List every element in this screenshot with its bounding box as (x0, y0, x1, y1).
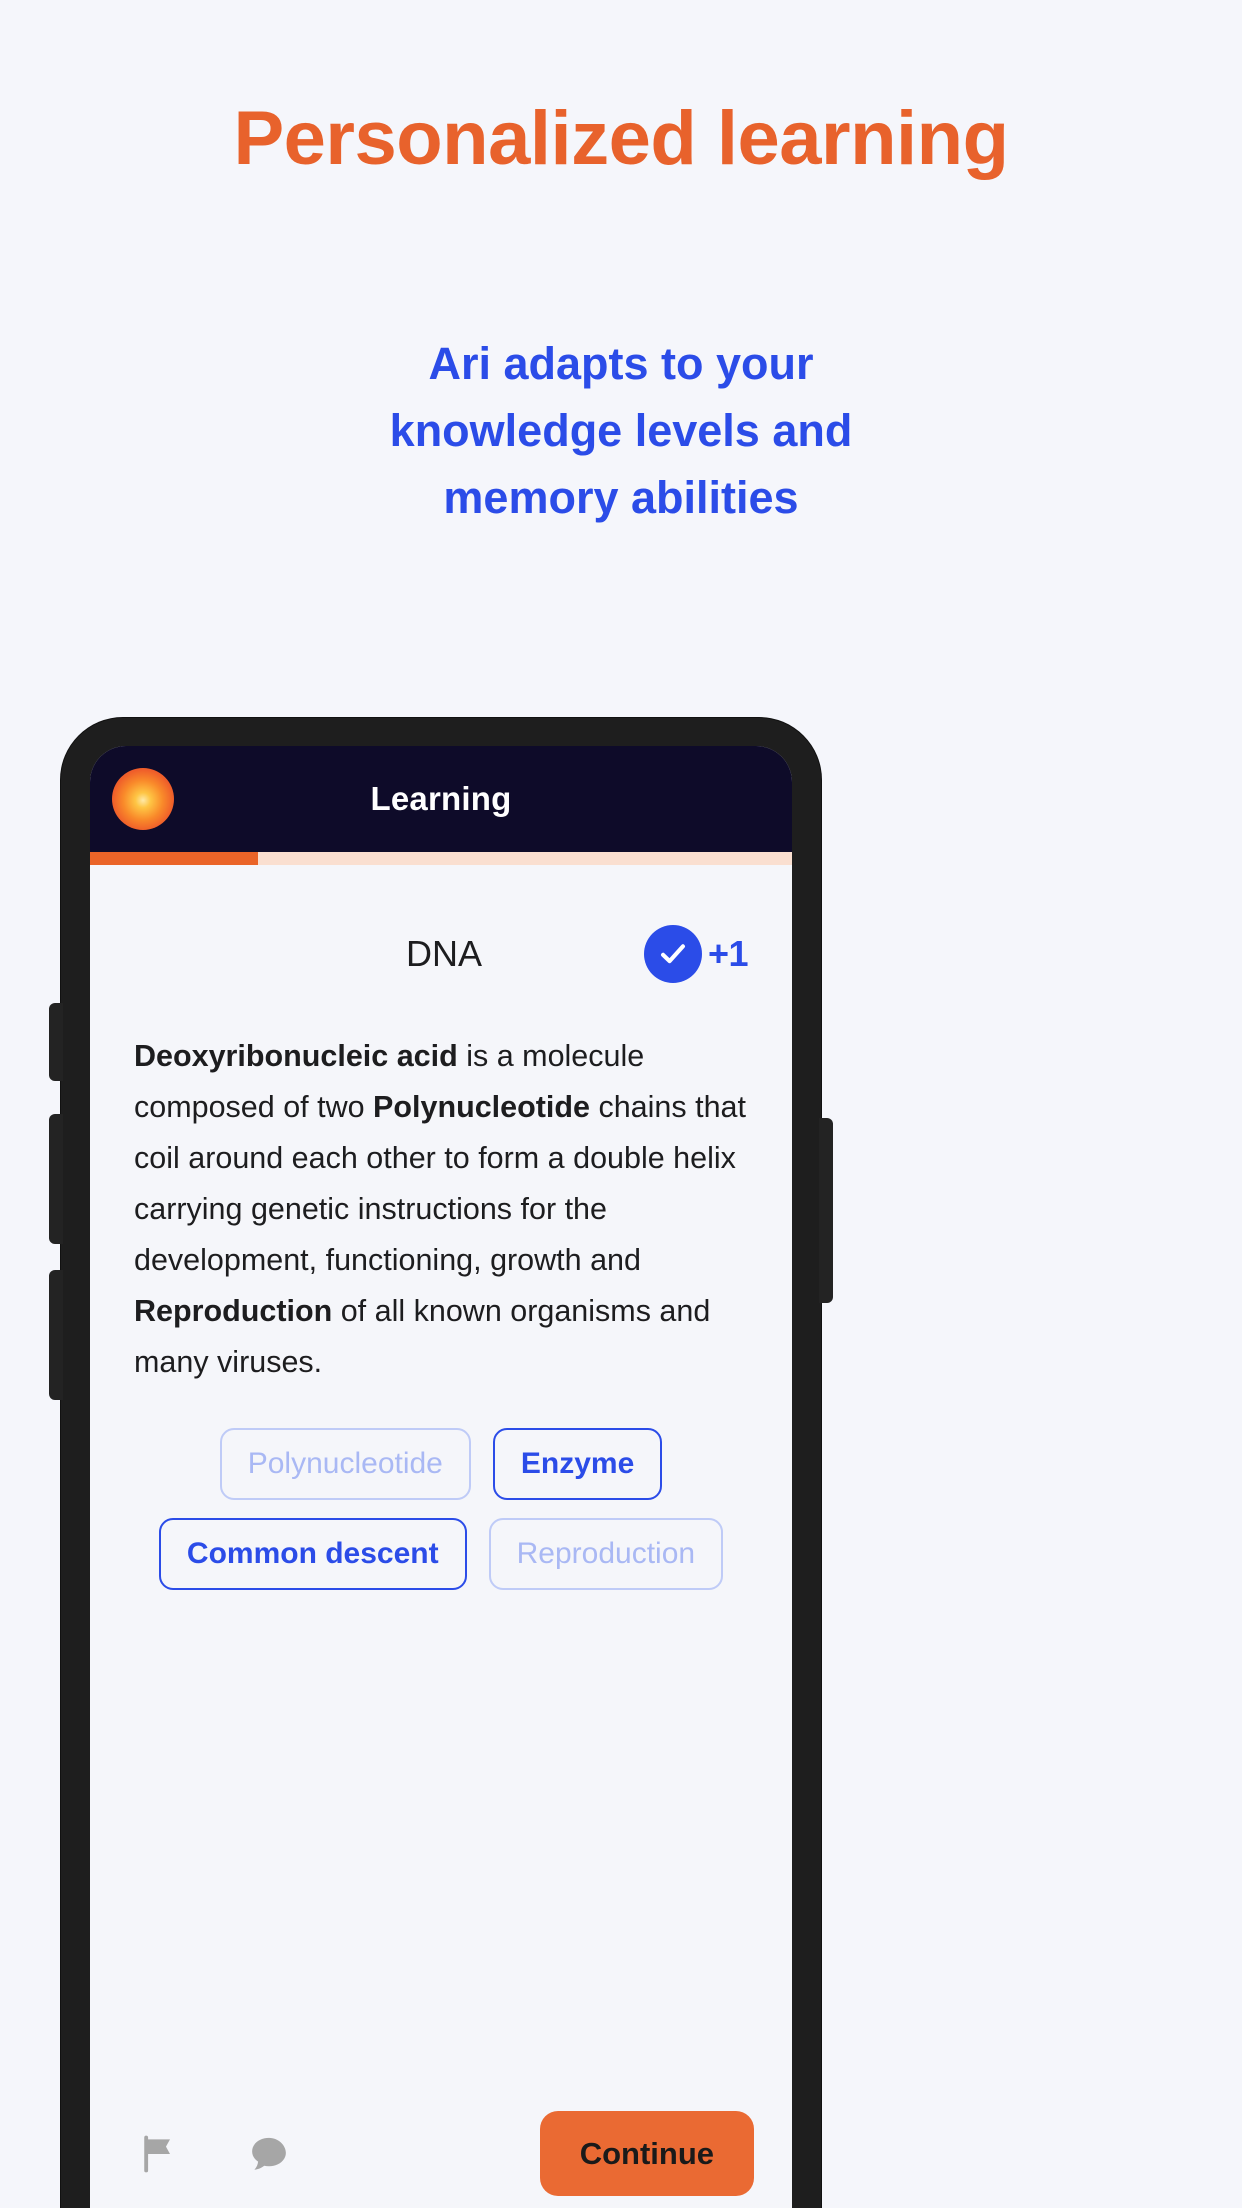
term-definition: Deoxyribonucleic acid is a molecule comp… (128, 1031, 754, 1388)
phone-volume-down-button[interactable] (49, 1270, 63, 1400)
flag-icon[interactable] (128, 2123, 190, 2185)
lesson-progress-fill (90, 852, 259, 865)
check-circle-icon (643, 925, 702, 983)
page-subtitle-line-3: memory abilities (443, 472, 799, 523)
answer-chip-list: Polynucleotide Enzyme Common descent Reprod… (128, 1428, 754, 1590)
phone-mockup: Learning DNA +1 Deoxyribonucleic acid is… (49, 718, 833, 2208)
phone-screen: Learning DNA +1 Deoxyribonucleic acid is… (90, 746, 792, 2208)
definition-key-term: Polynucleotide (373, 1090, 590, 1124)
answer-chip-0[interactable]: Polynucleotide (219, 1428, 471, 1500)
learning-card: DNA +1 Deoxyribonucleic acid is a molecu… (90, 865, 792, 2208)
answer-chip-2[interactable]: Common descent (158, 1518, 467, 1590)
lesson-progress-bar (90, 852, 792, 865)
term-title: DNA (405, 933, 482, 974)
app-bar: Learning (90, 746, 792, 852)
app-bar-title: Learning (370, 780, 512, 817)
term-header: DNA +1 (128, 865, 754, 983)
answer-chip-1[interactable]: Enzyme (492, 1428, 663, 1500)
phone-side-button-top[interactable] (49, 1003, 63, 1081)
page-subtitle-line-1: Ari adapts to your (428, 338, 814, 389)
answer-chip-3[interactable]: Reproduction (488, 1518, 724, 1590)
score-badge: +1 (643, 925, 749, 983)
page-title: Personalized learning (233, 96, 1009, 181)
promo-screenshot: Personalized learning Ari adapts to your… (0, 0, 1242, 2208)
chat-bubble-icon[interactable] (238, 2123, 300, 2185)
ari-sun-logo-icon[interactable] (112, 768, 174, 830)
definition-key-term: Reproduction (134, 1294, 333, 1328)
phone-power-button[interactable] (819, 1118, 833, 1303)
page-subtitle-line-2: knowledge levels and (389, 405, 853, 456)
page-subtitle: Ari adapts to your knowledge levels and … (0, 330, 1242, 531)
card-footer: Continue (128, 2111, 754, 2196)
definition-key-term: Deoxyribonucleic acid (134, 1039, 458, 1073)
continue-button[interactable]: Continue (539, 2111, 754, 2196)
phone-volume-up-button[interactable] (49, 1114, 63, 1244)
score-delta: +1 (707, 933, 749, 974)
